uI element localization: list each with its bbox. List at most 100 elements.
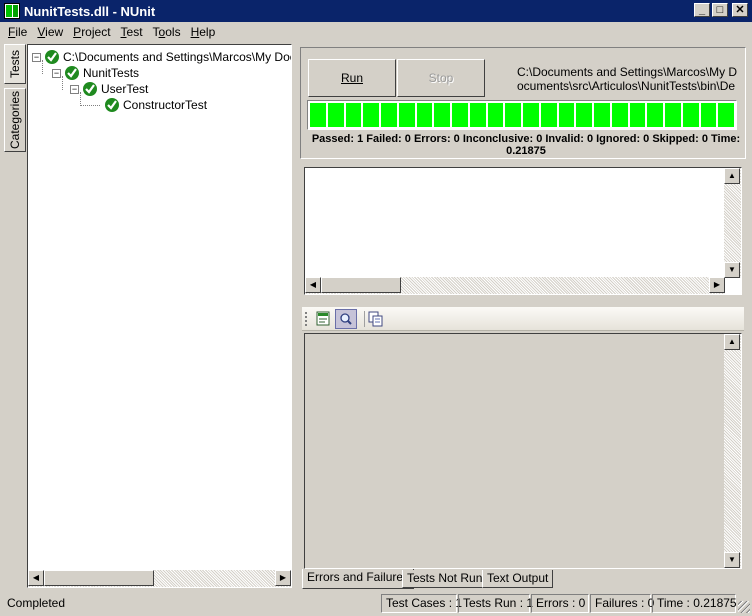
progress-segment	[327, 103, 344, 127]
menu-project[interactable]: Project	[68, 25, 115, 39]
errors-vertical-scrollbar[interactable]: ▲ ▼	[724, 168, 741, 278]
tab-errors-and-failures[interactable]: Errors and Failures	[302, 569, 415, 589]
passed-check-icon	[45, 50, 59, 64]
progress-segment	[611, 103, 628, 127]
tab-tests[interactable]: Tests	[4, 44, 26, 84]
tab-categories-label: Categories	[8, 90, 22, 150]
tree-node-label: ConstructorTest	[123, 98, 208, 112]
progress-segment	[398, 103, 415, 127]
test-progress-bar	[307, 100, 737, 130]
scroll-left-icon[interactable]: ◀	[305, 277, 321, 293]
tab-text-output[interactable]: Text Output	[482, 570, 554, 588]
scroll-up-icon[interactable]: ▲	[724, 168, 740, 184]
collapse-icon[interactable]: −	[70, 84, 79, 94]
status-bar: Completed Test Cases : 1 Tests Run : 1 E…	[0, 593, 752, 615]
progress-segment	[487, 103, 504, 127]
tree-node-assembly[interactable]: − C:\Documents and Settings\Marcos\My Do…	[32, 49, 291, 65]
scroll-thumb[interactable]	[44, 570, 154, 586]
stop-button[interactable]: Stop	[397, 59, 485, 97]
status-tests-run: Tests Run : 1	[458, 594, 533, 613]
side-tab-strip: Tests Categories	[4, 44, 26, 594]
scroll-right-icon[interactable]: ▶	[275, 570, 291, 586]
copy-icon[interactable]	[364, 309, 386, 329]
menu-project-accel: P	[73, 25, 82, 39]
errors-horizontal-scrollbar[interactable]: ◀ ▶	[305, 277, 725, 294]
progress-segment	[647, 103, 663, 127]
window-title: NunitTests.dll - NUnit	[24, 3, 156, 19]
tab-tests-label: Tests	[8, 49, 22, 79]
tree-node-test[interactable]: ConstructorTest	[104, 97, 207, 113]
close-button[interactable]: ✕	[732, 3, 748, 17]
scroll-left-icon[interactable]: ◀	[28, 570, 44, 586]
status-time: Time : 0.21875	[652, 594, 737, 613]
run-panel: Run Stop C:\Documents and Settings\Marco…	[300, 47, 746, 159]
menu-test[interactable]: Test	[116, 25, 148, 39]
status-errors: Errors : 0	[531, 594, 589, 613]
stacktrace-toolbar	[302, 307, 744, 331]
progress-segment	[594, 103, 610, 127]
menu-test-rest: est	[126, 25, 143, 39]
progress-segment	[576, 103, 592, 127]
scroll-thumb[interactable]	[321, 277, 401, 293]
tree-connector	[80, 105, 100, 106]
menu-file[interactable]: File	[3, 25, 32, 39]
status-text: Completed	[7, 596, 66, 610]
progress-segment	[310, 103, 326, 127]
window-controls: _ □ ✕	[694, 3, 748, 17]
progress-segment	[682, 103, 699, 127]
menu-help-accel: H	[190, 25, 200, 39]
tree-node-namespace[interactable]: − NunitTests	[52, 65, 139, 81]
collapse-icon[interactable]: −	[52, 68, 61, 78]
status-failures: Failures : 0	[590, 594, 654, 613]
menu-tools[interactable]: Tools	[148, 25, 186, 39]
tab-categories[interactable]: Categories	[4, 88, 26, 152]
stack-trace-pane[interactable]: ▲ ▼	[304, 333, 742, 569]
test-tree[interactable]: − C:\Documents and Settings\Marcos\My Do…	[27, 44, 292, 588]
progress-segment	[505, 103, 521, 127]
scroll-down-icon[interactable]: ▼	[724, 552, 740, 568]
tree-node-label: NunitTests	[83, 66, 140, 80]
passed-check-icon	[83, 82, 97, 96]
progress-segment	[345, 103, 362, 127]
tree-node-fixture[interactable]: − UserTest	[70, 81, 148, 97]
scroll-right-icon[interactable]: ▶	[709, 277, 725, 293]
progress-segment	[523, 103, 539, 127]
menu-view-rest: iew	[45, 25, 64, 39]
scroll-up-icon[interactable]: ▲	[724, 334, 740, 350]
progress-segment	[381, 103, 397, 127]
progress-segment	[416, 103, 433, 127]
panel-splitter[interactable]	[294, 44, 298, 592]
run-button-label: Run	[340, 71, 363, 85]
progress-segment	[629, 103, 646, 127]
tree-horizontal-scrollbar[interactable]: ◀ ▶	[28, 570, 291, 587]
progress-segment	[540, 103, 557, 127]
collapse-icon[interactable]: −	[32, 52, 41, 62]
run-button[interactable]: Run	[308, 59, 396, 97]
tree-node-label: UserTest	[101, 82, 149, 96]
menu-help[interactable]: Help	[186, 25, 221, 39]
run-summary: Passed: 1 Failed: 0 Errors: 0 Inconclusi…	[311, 133, 741, 157]
menu-view-accel: V	[37, 25, 46, 39]
menu-project-rest: roject	[81, 25, 111, 39]
progress-segment	[469, 103, 486, 127]
toolbar-grip[interactable]	[305, 312, 308, 326]
minimize-button[interactable]: _	[694, 3, 710, 17]
resize-grip-icon[interactable]	[738, 601, 750, 613]
tab-tests-not-run[interactable]: Tests Not Run	[402, 570, 488, 588]
progress-segment	[363, 103, 379, 127]
progress-segment	[718, 103, 734, 127]
menu-view[interactable]: View	[32, 25, 68, 39]
stacktrace-vertical-scrollbar[interactable]: ▲ ▼	[724, 334, 741, 568]
progress-segment	[452, 103, 468, 127]
errors-list[interactable]: ▲ ▼ ◀ ▶	[304, 167, 742, 295]
maximize-button[interactable]: □	[712, 3, 728, 17]
progress-segment	[665, 103, 681, 127]
menu-help-rest: elp	[199, 25, 216, 39]
source-code-icon[interactable]	[312, 309, 334, 329]
passed-check-icon	[105, 98, 119, 112]
scroll-down-icon[interactable]: ▼	[724, 262, 740, 278]
stop-button-label: Stop	[428, 71, 454, 85]
nunit-window: NunitTests.dll - NUnit _ □ ✕ File View P…	[0, 0, 752, 616]
menu-bar: File View Project Test Tools Help	[0, 22, 752, 42]
magnifier-icon[interactable]	[335, 309, 357, 329]
